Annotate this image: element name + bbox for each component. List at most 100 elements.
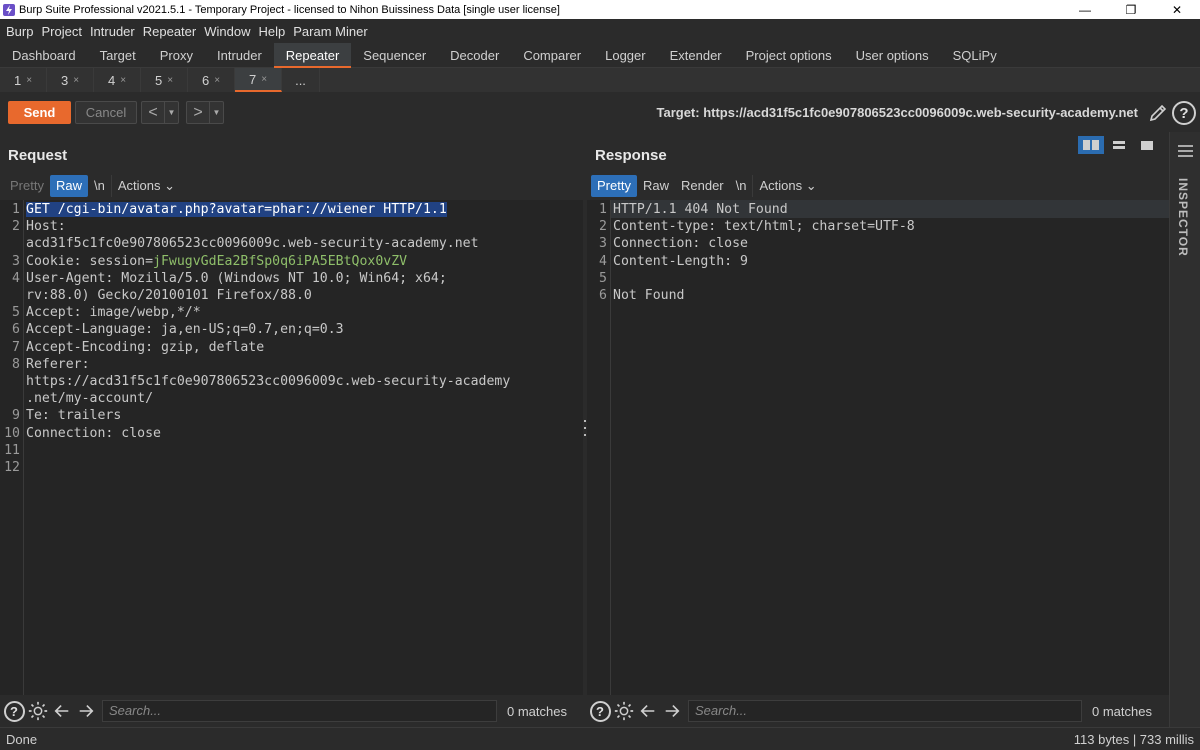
back-dropdown-icon[interactable]: ▼: [164, 102, 178, 123]
close-tab-icon[interactable]: ×: [261, 74, 267, 85]
code-line: Not Found: [613, 288, 685, 303]
inspector-panel[interactable]: INSPECTOR: [1169, 132, 1200, 727]
status-text: Done: [6, 731, 38, 747]
chevron-down-icon: ⌄: [164, 178, 175, 193]
side-by-side-layout-icon[interactable]: [1078, 136, 1104, 154]
tab-intruder[interactable]: Intruder: [205, 43, 274, 68]
code-token: Te: trailers: [26, 408, 122, 424]
previous-match-icon[interactable]: [636, 699, 660, 723]
request-match-count: 0 matches: [507, 703, 567, 719]
line-number: 3: [12, 253, 20, 269]
tab-logger[interactable]: Logger: [593, 43, 657, 68]
repeater-tab-4[interactable]: 4 ×: [94, 68, 141, 92]
request-search-input[interactable]: Search...: [102, 700, 497, 722]
next-match-icon[interactable]: [660, 699, 684, 723]
request-raw-tab[interactable]: Raw: [49, 175, 88, 197]
repeater-tab-label: 7: [248, 71, 257, 87]
search-help-icon[interactable]: ?: [2, 699, 26, 723]
minimize-button[interactable]: —: [1062, 0, 1108, 19]
menu-repeater[interactable]: Repeater: [139, 24, 200, 39]
tab-target[interactable]: Target: [88, 43, 148, 68]
restore-button[interactable]: ❐: [1108, 0, 1154, 19]
forward-dropdown-icon[interactable]: ▼: [209, 102, 223, 123]
menu-help[interactable]: Help: [254, 24, 289, 39]
menu-burp[interactable]: Burp: [2, 24, 37, 39]
repeater-tab-3[interactable]: 3 ×: [47, 68, 94, 92]
menu-param-miner[interactable]: Param Miner: [289, 24, 371, 39]
menu-bar: Burp Project Intruder Repeater Window He…: [0, 19, 1200, 43]
tab-comparer[interactable]: Comparer: [511, 43, 593, 68]
hamburger-menu-icon[interactable]: [1178, 145, 1193, 160]
tab-proxy[interactable]: Proxy: [148, 43, 205, 68]
request-newline-toggle[interactable]: \n: [88, 175, 111, 197]
code-token: rv:88.0) Gecko/20100101 Firefox/88.0: [26, 288, 312, 303]
close-tab-icon[interactable]: ×: [120, 75, 126, 86]
repeater-tab-7[interactable]: 7 ×: [235, 68, 282, 92]
send-button[interactable]: Send: [8, 101, 71, 124]
response-render-tab[interactable]: Render: [675, 175, 730, 197]
request-mode-bar: Pretty Raw \n Actions ⌄: [4, 175, 181, 197]
request-actions-menu[interactable]: Actions ⌄: [110, 175, 181, 197]
code-token: Host:: [26, 219, 66, 235]
close-tab-icon[interactable]: ×: [214, 75, 220, 86]
response-actions-menu[interactable]: Actions ⌄: [752, 175, 822, 197]
menu-intruder[interactable]: Intruder: [86, 24, 139, 39]
main-tab-bar: Dashboard Target Proxy Intruder Repeater…: [0, 43, 1200, 68]
back-arrow-icon[interactable]: <: [142, 102, 164, 123]
help-icon[interactable]: ?: [1172, 101, 1196, 125]
tab-project-options[interactable]: Project options: [734, 43, 844, 68]
tab-repeater[interactable]: Repeater: [273, 43, 352, 68]
request-editor[interactable]: 1 2 3 4 5 6 7 8 9 10 11 12 GET /cgi-bin/avatar.php?a…: [0, 200, 583, 695]
line-number: 9: [12, 408, 20, 424]
tab-user-options[interactable]: User options: [844, 43, 941, 68]
repeater-tab-label: 5: [154, 72, 163, 88]
status-bar: Done 113 bytes | 733 millis: [0, 727, 1200, 750]
code-line: Content-type: text/html; charset=UTF-8: [613, 219, 915, 235]
line-number: 7: [12, 339, 20, 355]
repeater-tab-6[interactable]: 6 ×: [188, 68, 235, 92]
title-bar: Burp Suite Professional v2021.5.1 - Temp…: [0, 0, 1200, 19]
close-tab-icon[interactable]: ×: [26, 75, 32, 86]
code-line: HTTP/1.1 404 Not Found: [613, 202, 788, 217]
line-number: 6: [12, 322, 20, 338]
response-editor[interactable]: 1 2 3 4 5 6 HTTP/1.1 404 Not Found Content-type…: [587, 200, 1169, 695]
code-token: Accept-Encoding: gzip, deflate: [26, 339, 265, 355]
code-token: Referer:: [26, 356, 90, 372]
repeater-tab-label: 6: [201, 72, 210, 88]
close-tab-icon[interactable]: ×: [73, 75, 79, 86]
tab-decoder[interactable]: Decoder: [438, 43, 511, 68]
stacked-layout-icon[interactable]: [1106, 136, 1132, 154]
response-raw-tab[interactable]: Raw: [637, 175, 675, 197]
code-token: phar://wiener: [272, 202, 376, 217]
tab-dashboard[interactable]: Dashboard: [0, 43, 88, 68]
response-newline-toggle[interactable]: \n: [730, 175, 753, 197]
tabbed-layout-icon[interactable]: [1134, 136, 1160, 154]
menu-project[interactable]: Project: [37, 24, 85, 39]
next-match-icon[interactable]: [74, 699, 98, 723]
new-tab-button[interactable]: ...: [282, 68, 320, 92]
code-token: HTTP/1.1: [375, 202, 447, 217]
gear-icon[interactable]: [612, 699, 636, 723]
previous-match-icon[interactable]: [50, 699, 74, 723]
inspector-label[interactable]: INSPECTOR: [1176, 178, 1190, 257]
code-line: Cookie: session=jFwugvGdEa2BfSp0q6iPA5EB…: [26, 254, 407, 269]
pencil-edit-icon[interactable]: [1148, 103, 1168, 123]
tab-sequencer[interactable]: Sequencer: [351, 43, 438, 68]
line-number: 5: [12, 305, 20, 321]
cancel-button[interactable]: Cancel: [75, 101, 137, 124]
forward-arrow-icon[interactable]: >: [187, 102, 209, 123]
search-help-icon[interactable]: ?: [588, 699, 612, 723]
repeater-tab-1[interactable]: 1 ×: [0, 68, 47, 92]
tab-extender[interactable]: Extender: [658, 43, 734, 68]
repeater-tab-5[interactable]: 5 ×: [141, 68, 188, 92]
close-window-button[interactable]: ✕: [1154, 0, 1200, 19]
gear-icon[interactable]: [26, 699, 50, 723]
request-pretty-tab[interactable]: Pretty: [4, 175, 50, 197]
close-tab-icon[interactable]: ×: [167, 75, 173, 86]
burp-logo-icon: [3, 3, 15, 16]
response-pretty-tab[interactable]: Pretty: [591, 175, 637, 197]
menu-window[interactable]: Window: [200, 24, 254, 39]
code-line: GET /cgi-bin/avatar.php?avatar=phar://wi…: [26, 202, 447, 217]
tab-sqlipy[interactable]: SQLiPy: [941, 43, 1009, 68]
response-search-input[interactable]: Search...: [688, 700, 1082, 722]
